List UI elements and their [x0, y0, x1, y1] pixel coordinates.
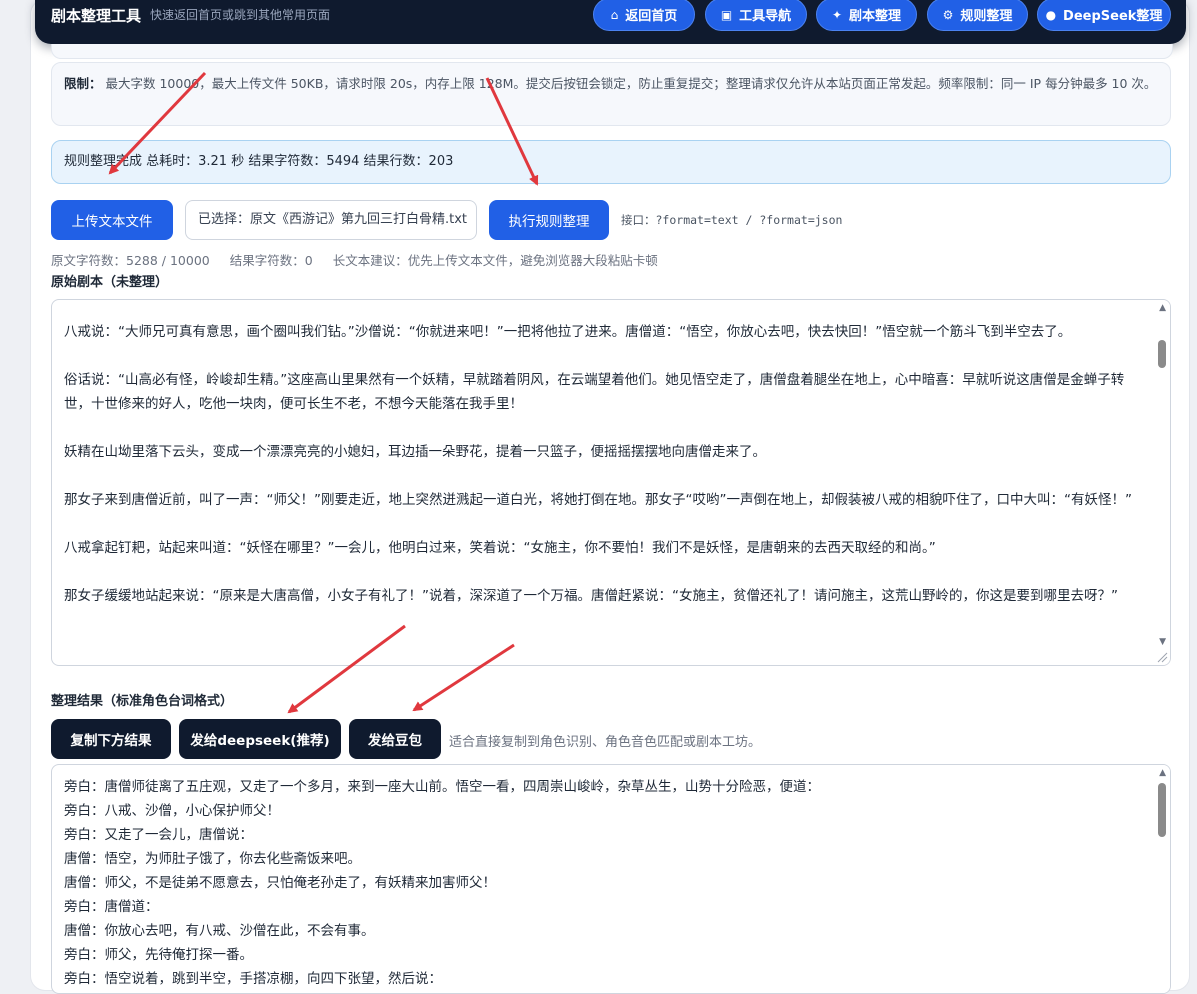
- arrow-to-upload: [108, 71, 207, 175]
- annotation-arrows: [108, 71, 539, 714]
- arrow-to-doubao: [412, 643, 515, 712]
- arrow-to-run-rules: [485, 77, 539, 186]
- arrow-to-deepseek: [287, 624, 406, 714]
